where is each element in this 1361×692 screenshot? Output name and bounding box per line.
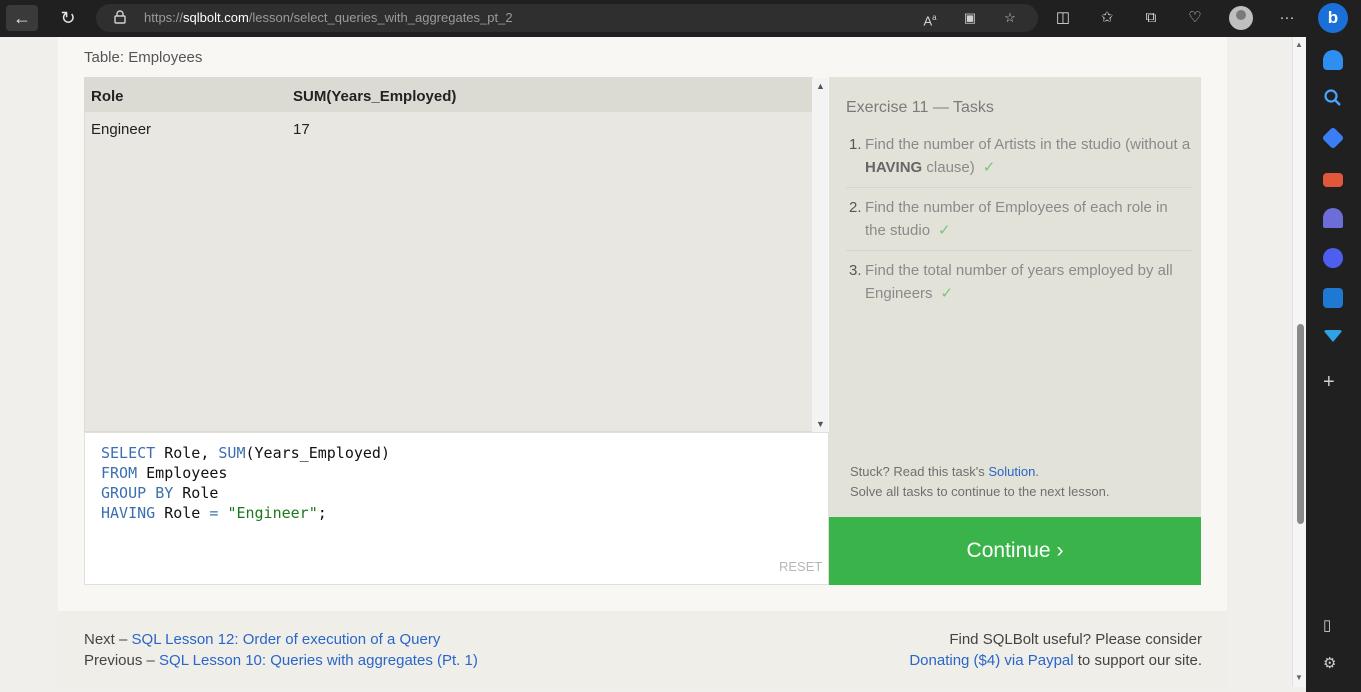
results-scrollbar[interactable]: ▲ ▼ — [812, 78, 828, 433]
bing-copilot-icon[interactable]: b — [1318, 3, 1348, 33]
donate-message: Find SQLBolt useful? Please consider Don… — [909, 629, 1202, 671]
task-text-part: Find the total number of years employed … — [865, 262, 1173, 302]
hint-text: Stuck? Read this task's Solution. Solve … — [850, 462, 1109, 502]
sql-text: Role, — [155, 444, 219, 462]
copilot-icon[interactable] — [1323, 248, 1343, 268]
task-text-part: clause) — [922, 159, 975, 176]
games-icon[interactable] — [1323, 208, 1343, 228]
task-number: 1. — [849, 136, 862, 153]
page-scrollbar[interactable]: ▲ ▼ — [1292, 37, 1306, 687]
hint-suffix: . — [1035, 464, 1039, 479]
column-header-sum: SUM(Years_Employed) — [293, 88, 457, 105]
reset-button[interactable]: RESET — [779, 559, 822, 574]
sql-keyword: GROUP — [101, 484, 147, 502]
sql-operator: = — [209, 504, 219, 522]
donate-suffix: to support our site. — [1073, 652, 1202, 669]
favorites-icon[interactable]: ✩ — [1095, 7, 1119, 29]
table-label: Table: Employees — [84, 49, 203, 66]
settings-icon[interactable]: ⚙ — [1323, 654, 1336, 672]
results-scroll-down-icon[interactable]: ▼ — [816, 419, 825, 429]
search-icon[interactable] — [1323, 88, 1343, 108]
checkmark-icon: ✓ — [982, 159, 996, 176]
profile-icon[interactable] — [1229, 6, 1253, 30]
task-text: Find the total number of years employed … — [846, 259, 1192, 305]
sql-text: Employees — [137, 464, 228, 482]
column-header-role: Role — [91, 88, 124, 105]
lock-icon[interactable] — [114, 10, 126, 24]
edge-sidebar: + ▯ ⚙ — [1306, 37, 1361, 692]
read-aloud-icon[interactable]: Aa — [919, 8, 941, 28]
task-text: Find the number of Artists in the studio… — [846, 133, 1192, 179]
checkmark-icon: ✓ — [938, 222, 951, 239]
useful-text: Find SQLBolt useful? Please consider — [949, 631, 1202, 648]
back-icon[interactable]: ← — [6, 5, 38, 31]
sql-text: Role — [155, 504, 210, 522]
previous-lesson-link[interactable]: SQL Lesson 10: Queries with aggregates (… — [159, 652, 478, 669]
continue-button[interactable]: Continue › — [829, 517, 1201, 585]
next-lesson-link[interactable]: SQL Lesson 12: Order of execution of a Q… — [132, 631, 441, 648]
task-list: 1. Find the number of Artists in the stu… — [846, 133, 1192, 321]
split-screen-icon[interactable]: ◫ — [1051, 7, 1075, 29]
tools-icon[interactable] — [1323, 173, 1343, 187]
shopping-tag-icon[interactable] — [1321, 126, 1345, 150]
page-scrollbar-thumb[interactable] — [1297, 324, 1304, 524]
cell-role: Engineer — [91, 121, 152, 138]
notifications-icon[interactable] — [1323, 50, 1343, 70]
task-number: 2. — [849, 199, 862, 216]
hint-line-2: Solve all tasks to continue to the next … — [850, 484, 1110, 499]
sql-keyword: BY — [155, 484, 174, 502]
next-prefix: Next – — [84, 631, 132, 648]
sql-keyword: HAVING — [101, 504, 156, 522]
task-text: Find the number of Employees of each rol… — [846, 196, 1192, 242]
immersive-reader-icon[interactable]: ▣ — [959, 8, 981, 28]
add-icon[interactable]: + — [1323, 372, 1335, 392]
checkmark-icon: ✓ — [940, 285, 954, 302]
task-text-part: Find the number of Artists in the studio… — [865, 136, 1191, 153]
page-footer: Next – SQL Lesson 12: Order of execution… — [58, 611, 1227, 689]
tasks-title: Exercise 11 — Tasks — [846, 99, 994, 116]
results-table: Role SUM(Years_Employed) Engineer 17 ▲ ▼ — [84, 77, 828, 433]
sql-code[interactable]: SELECT Role, SUM(Years_Employed) FROM Em… — [101, 443, 390, 523]
cell-sum: 17 — [293, 121, 310, 138]
task-item: 1. Find the number of Artists in the stu… — [846, 133, 1192, 188]
sql-text: Role — [173, 484, 219, 502]
reload-icon[interactable]: ↻ — [52, 5, 84, 31]
more-icon[interactable]: ··· — [1275, 7, 1299, 29]
outlook-icon[interactable] — [1323, 288, 1343, 308]
browser-essentials-icon[interactable]: ♡ — [1183, 7, 1207, 29]
sql-text: ; — [317, 504, 327, 522]
sql-function: SUM — [218, 444, 246, 462]
task-text-part: Find the number of Employees of each rol… — [865, 199, 1168, 239]
solution-link[interactable]: Solution — [988, 464, 1035, 479]
collections-icon[interactable]: ⧉ — [1139, 7, 1163, 29]
donate-link[interactable]: Donating ($4) via Paypal — [909, 652, 1073, 669]
telegram-icon[interactable] — [1323, 330, 1343, 342]
sql-keyword: SELECT — [101, 444, 156, 462]
favorite-star-icon[interactable]: ☆ — [999, 8, 1021, 28]
sql-editor[interactable]: SELECT Role, SUM(Years_Employed) FROM Em… — [84, 432, 829, 585]
sql-text: (Years_Employed) — [245, 444, 391, 462]
task-item: 2. Find the number of Employees of each … — [846, 196, 1192, 251]
task-number: 3. — [849, 262, 862, 279]
results-scroll-up-icon[interactable]: ▲ — [816, 81, 825, 91]
task-item: 3. Find the total number of years employ… — [846, 259, 1192, 313]
address-bar[interactable]: https://sqlbolt.com/lesson/select_querie… — [96, 4, 1038, 32]
url-text[interactable]: https://sqlbolt.com/lesson/select_querie… — [144, 10, 513, 25]
scroll-down-arrow-icon[interactable]: ▼ — [1295, 673, 1303, 682]
url-scheme: https:// — [144, 10, 184, 25]
sidebar-toggle-icon[interactable]: ▯ — [1323, 616, 1331, 634]
hint-prefix: Stuck? Read this task's — [850, 464, 989, 479]
url-domain: sqlbolt.com — [183, 10, 249, 25]
url-path: /lesson/select_queries_with_aggregates_p… — [248, 10, 513, 25]
task-text-bold: HAVING — [865, 159, 923, 176]
tasks-panel: Exercise 11 — Tasks 1. Find the number o… — [829, 77, 1201, 517]
sql-string: "Engineer" — [227, 504, 318, 522]
sql-keyword: FROM — [101, 464, 138, 482]
browser-toolbar: ← ↻ https://sqlbolt.com/lesson/select_qu… — [0, 0, 1361, 37]
previous-prefix: Previous – — [84, 652, 160, 669]
scroll-up-arrow-icon[interactable]: ▲ — [1295, 40, 1303, 49]
results-header-row: Role SUM(Years_Employed) — [85, 78, 812, 112]
lesson-page: Table: Employees Role SUM(Years_Employed… — [58, 37, 1227, 689]
lesson-navigation: Next – SQL Lesson 12: Order of execution… — [84, 629, 478, 671]
